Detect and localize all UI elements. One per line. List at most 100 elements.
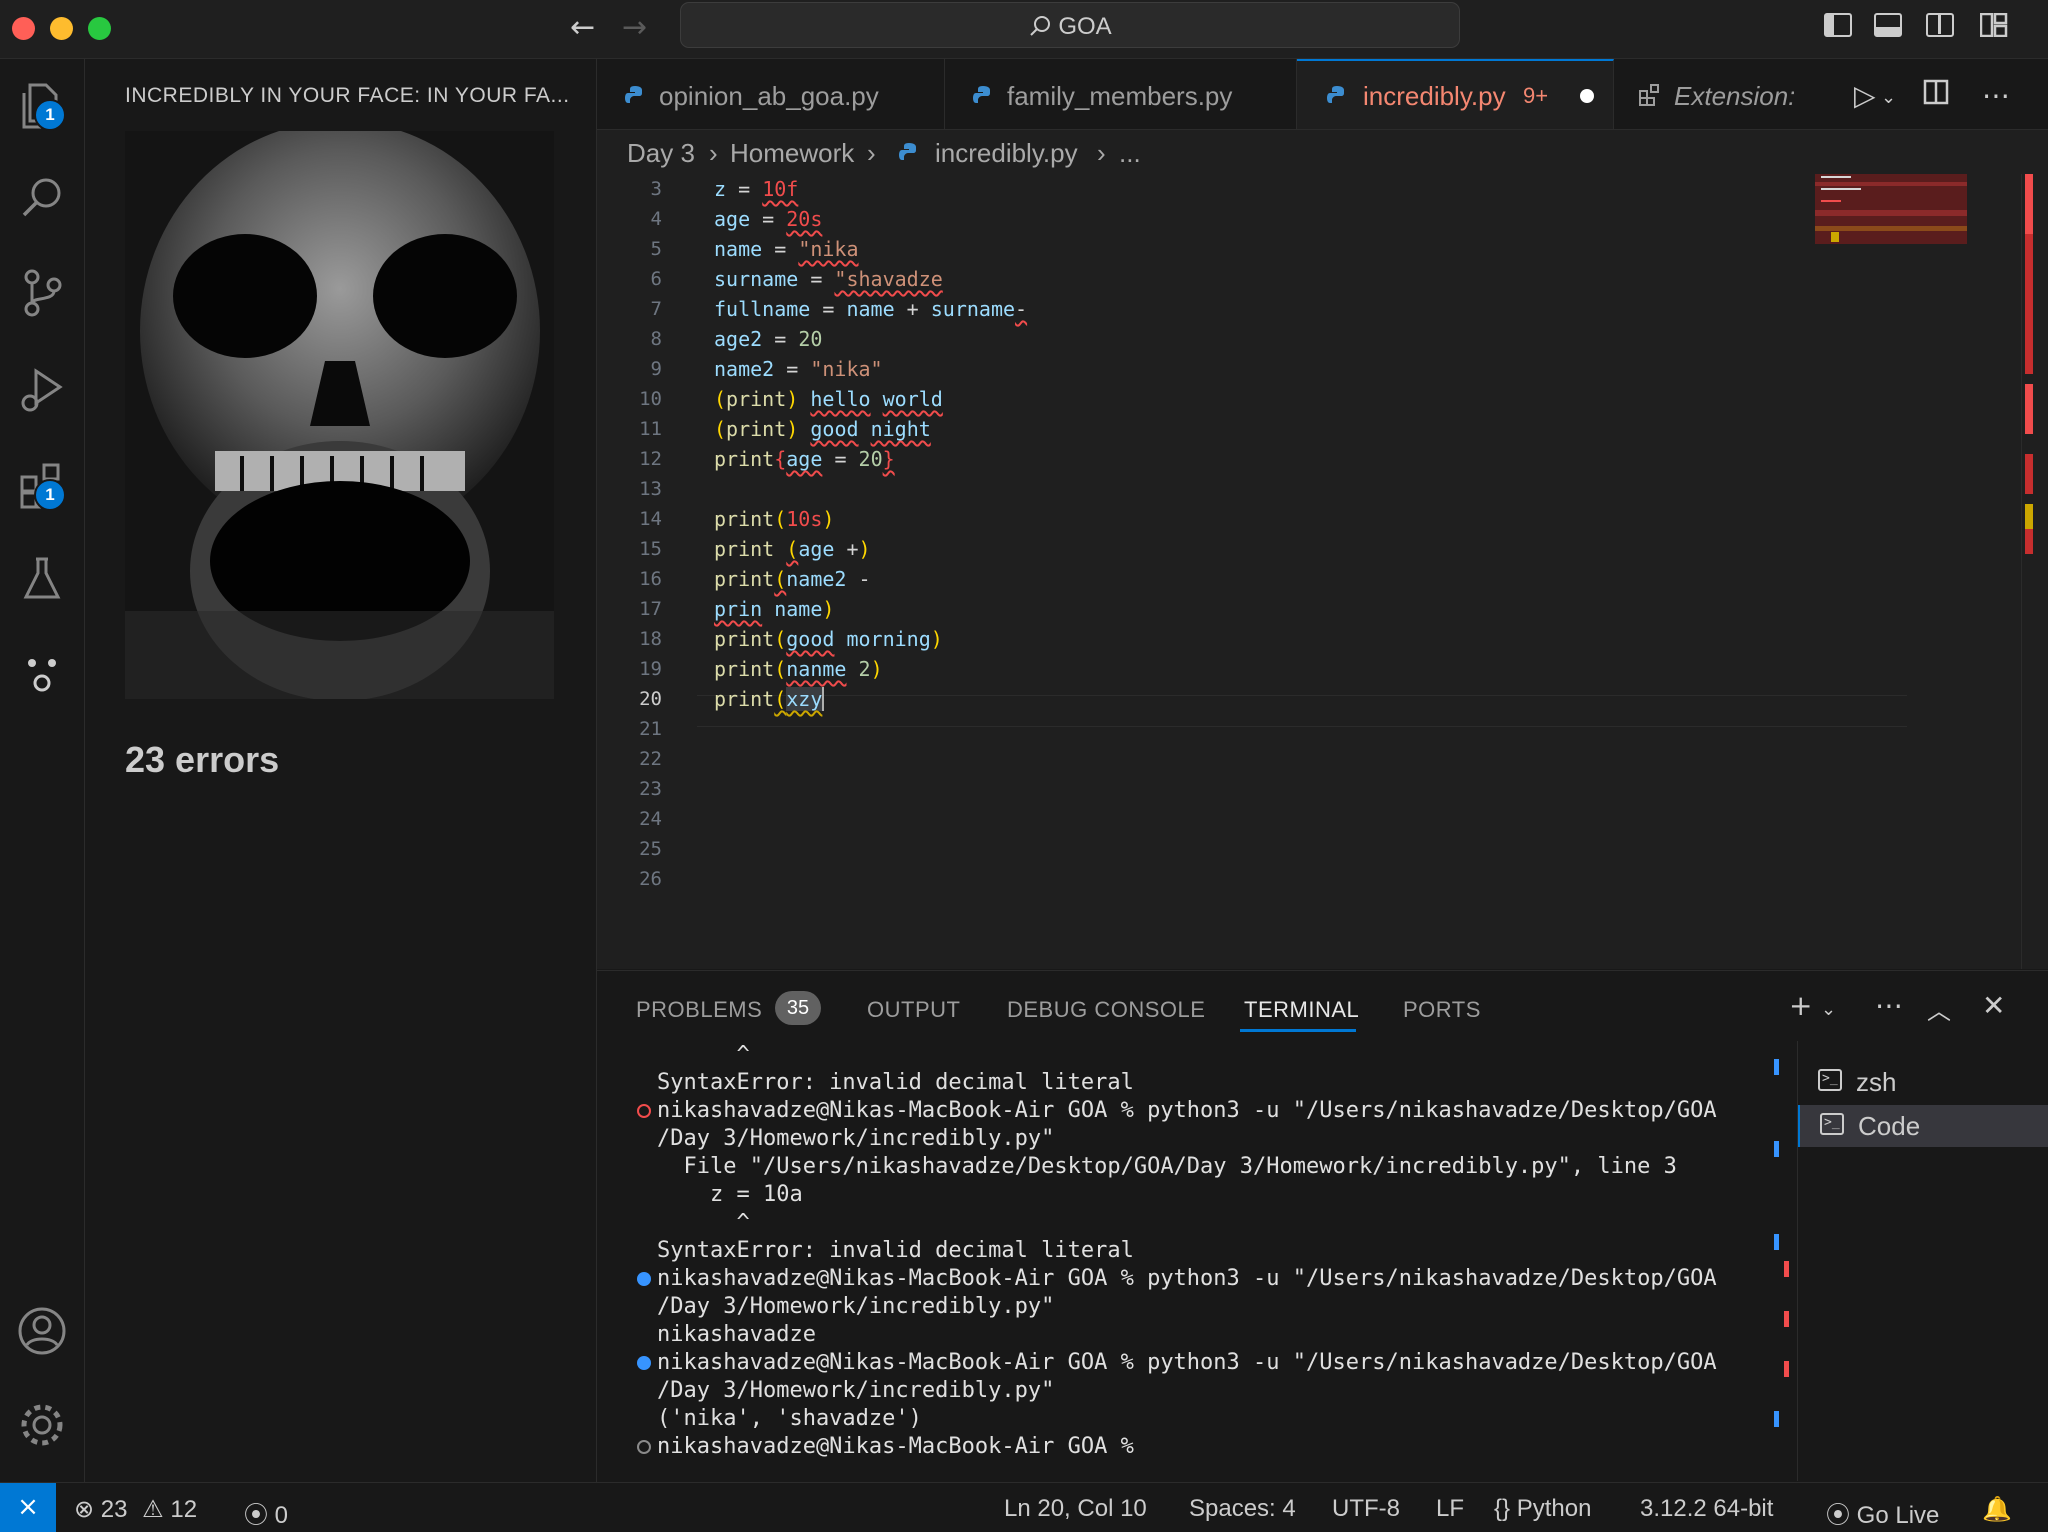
terminal-item-zsh[interactable]: >_ zsh	[1798, 1061, 2048, 1103]
live-share-face-icon[interactable]	[12, 645, 72, 705]
line-number: 4	[650, 208, 662, 230]
terminal-icon: >_	[1818, 1069, 1842, 1091]
extension-icon	[1639, 84, 1659, 106]
sidebar-title: INCREDIBLY IN YOUR FACE: IN YOUR FA...	[125, 84, 570, 107]
code-line: (print) hello world	[714, 387, 943, 411]
back-arrow-icon[interactable]: ←	[570, 10, 595, 45]
breadcrumb-homework[interactable]: Homework	[730, 138, 854, 169]
code-line: (print) good night	[714, 417, 931, 441]
code-line: print(xzy	[714, 687, 825, 711]
tab-terminal[interactable]: TERMINAL	[1244, 997, 1359, 1023]
code-line: print{age = 20}	[714, 447, 895, 471]
line-number: 9	[650, 358, 662, 380]
breadcrumb-file[interactable]: incredibly.py	[935, 138, 1078, 169]
run-debug-icon[interactable]	[12, 359, 72, 419]
panel-more-actions-icon[interactable]: ⋯	[1875, 989, 1903, 1022]
command-failed-icon[interactable]	[637, 1104, 651, 1118]
customize-layout-icon[interactable]	[1979, 12, 2008, 38]
minimize-window-button[interactable]	[50, 17, 73, 40]
extensions-icon[interactable]: 1	[12, 455, 72, 515]
terminal-list: >_ zsh >_ Code	[1797, 1041, 2048, 1481]
tab-ports[interactable]: PORTS	[1403, 997, 1481, 1023]
code-editor[interactable]: 3 4 5 6 7 8 9 10 11 12 13 14 15 16 17 18 19 20 21 22 23 24 25 2…	[597, 174, 2048, 969]
code-line: print(name2 -	[714, 567, 871, 591]
code-line: print(good morning)	[714, 627, 943, 651]
chevron-right-icon: ›	[709, 138, 718, 168]
python-interpreter[interactable]: 3.12.2 64-bit	[1640, 1495, 1773, 1523]
language-mode[interactable]: {} Python	[1494, 1495, 1591, 1523]
terminal-output[interactable]: ^ SyntaxError: invalid decimal literal nik…	[637, 1041, 1937, 1481]
tab-family-members[interactable]: family_members.py	[945, 59, 1297, 129]
maximize-panel-chevron-up-icon[interactable]: ︿	[1927, 991, 1951, 1026]
breadcrumb-symbol[interactable]: ...	[1119, 138, 1141, 169]
terminal-line: SyntaxError: invalid decimal literal	[657, 1070, 1134, 1095]
tab-extension[interactable]: Extension: I	[1614, 59, 1794, 129]
errors-status[interactable]: ⊗ 23 ⚠ 12	[74, 1495, 197, 1524]
command-success-icon[interactable]	[637, 1272, 651, 1286]
line-number: 13	[639, 478, 662, 500]
toggle-panel-icon[interactable]	[1874, 13, 1902, 37]
more-actions-icon[interactable]: ⋯	[1982, 79, 2010, 112]
search-icon	[1030, 16, 1051, 36]
run-dropdown-chevron-icon[interactable]: ⌄	[1881, 87, 1896, 108]
code-line: print(nanme 2)	[714, 657, 883, 681]
terminal-line: z = 10a	[657, 1182, 803, 1207]
terminal-line: nikashavadze@Nikas-MacBook-Air GOA % pyt…	[657, 1266, 1717, 1291]
toggle-secondary-sidebar-icon[interactable]	[1926, 13, 1954, 37]
toggle-primary-sidebar-icon[interactable]	[1824, 13, 1852, 37]
indentation-status[interactable]: Spaces: 4	[1189, 1495, 1296, 1523]
title-bar: ← → GOA	[0, 0, 2048, 59]
split-editor-icon[interactable]	[1923, 79, 1949, 112]
unsaved-dot-icon[interactable]	[1580, 89, 1594, 103]
search-icon[interactable]	[12, 169, 72, 229]
accounts-icon[interactable]	[12, 1301, 72, 1361]
new-terminal-plus-icon[interactable]: +	[1789, 989, 1812, 1022]
remote-indicator-icon[interactable]: ⨯	[0, 1483, 56, 1532]
encoding-status[interactable]: UTF-8	[1332, 1495, 1400, 1523]
editor-scrollbar[interactable]	[2021, 174, 2036, 969]
notifications-bell-icon[interactable]: 🔔	[1982, 1495, 2012, 1524]
tab-output[interactable]: OUTPUT	[867, 997, 960, 1023]
terminal-scroll-marker	[1774, 1141, 1779, 1157]
maximize-window-button[interactable]	[88, 17, 111, 40]
terminal-line: /Day 3/Homework/incredibly.py"	[657, 1294, 1055, 1319]
close-panel-icon[interactable]: ✕	[1982, 989, 2005, 1022]
breadcrumb-day3[interactable]: Day 3	[627, 138, 695, 169]
terminal-scroll-marker	[1784, 1261, 1789, 1277]
line-number: 17	[639, 598, 662, 620]
tab-problems[interactable]: PROBLEMS	[636, 997, 762, 1023]
command-success-icon[interactable]	[637, 1356, 651, 1370]
line-number: 14	[639, 508, 662, 530]
chevron-right-icon: ›	[1097, 138, 1106, 168]
code-line: print (age +)	[714, 537, 871, 561]
close-window-button[interactable]	[12, 17, 35, 40]
tab-incredibly[interactable]: incredibly.py 9+	[1297, 59, 1614, 129]
command-center-search[interactable]: GOA	[680, 2, 1460, 48]
line-number: 15	[639, 538, 662, 560]
eol-status[interactable]: LF	[1436, 1495, 1464, 1523]
cursor-position[interactable]: Ln 20, Col 10	[1004, 1495, 1147, 1523]
terminal-item-code[interactable]: >_ Code	[1798, 1105, 2048, 1147]
tab-debug-console[interactable]: DEBUG CONSOLE	[1007, 997, 1205, 1023]
line-number: 24	[639, 808, 662, 830]
terminal-line: File "/Users/nikashavadze/Desktop/GOA/Da…	[657, 1154, 1677, 1179]
testing-icon[interactable]	[12, 549, 72, 609]
tab-opinion-ab-goa[interactable]: opinion_ab_goa.py	[597, 59, 945, 129]
go-live-button[interactable]: ⦿ Go Live	[1826, 1495, 1939, 1530]
run-python-file-icon[interactable]: ▷	[1854, 79, 1876, 112]
terminal-line: ('nika', 'shavadze')	[657, 1406, 922, 1431]
settings-gear-icon[interactable]	[12, 1395, 72, 1455]
terminal-dropdown-chevron-icon[interactable]: ⌄	[1821, 999, 1836, 1020]
line-number: 12	[639, 448, 662, 470]
ports-status[interactable]: ⦿ 0	[244, 1495, 288, 1530]
broadcast-icon: ⦿	[244, 1502, 268, 1529]
line-number: 10	[639, 388, 662, 410]
terminal-scroll-marker	[1774, 1059, 1779, 1075]
command-pending-icon[interactable]	[637, 1440, 651, 1454]
source-control-icon[interactable]	[12, 263, 72, 323]
line-number: 19	[639, 658, 662, 680]
forward-arrow-icon[interactable]: →	[622, 10, 647, 45]
line-number: 26	[639, 868, 662, 890]
explorer-icon[interactable]: 1	[12, 75, 72, 135]
minimap[interactable]	[1815, 174, 1967, 254]
